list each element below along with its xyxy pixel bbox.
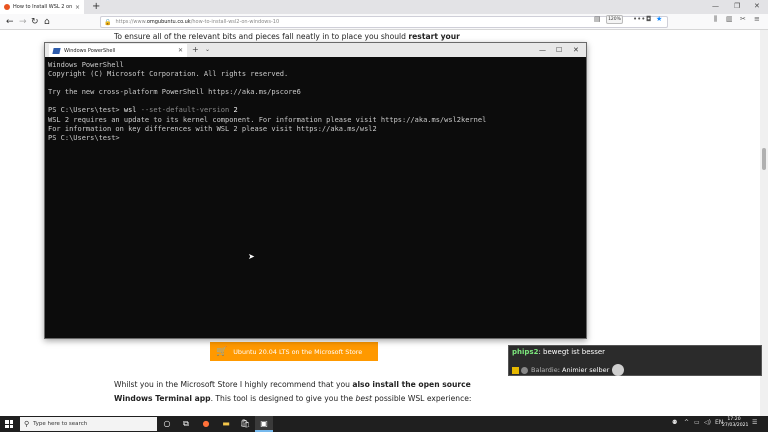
network-icon[interactable]: ▭: [694, 419, 700, 426]
terminal-number: 2: [233, 106, 238, 115]
bookmark-star-icon[interactable]: ★: [656, 15, 662, 23]
close-tab-icon[interactable]: ✕: [178, 47, 183, 54]
chevron-up-icon[interactable]: ^: [684, 419, 689, 426]
chevron-down-icon[interactable]: ⌄: [205, 43, 210, 57]
volume-icon[interactable]: ◁): [704, 419, 711, 426]
article-text: possible WSL experience:: [371, 394, 472, 403]
reader-view-icon[interactable]: ▤: [594, 15, 601, 23]
maximize-icon[interactable]: ☐: [556, 43, 562, 57]
chat-username: Balardie: [531, 366, 558, 374]
reload-icon[interactable]: ↻: [31, 15, 39, 29]
windows-terminal-link[interactable]: Windows Terminal app: [114, 394, 211, 403]
minimize-icon[interactable]: —: [712, 2, 719, 10]
chat-message: phips2: bewegt ist besser: [512, 348, 606, 356]
powershell-tab[interactable]: Windows PowerShell ✕: [49, 44, 187, 57]
zoom-level[interactable]: 120%: [606, 15, 623, 24]
terminal-output[interactable]: Windows PowerShell Copyright (C) Microso…: [48, 61, 584, 143]
article-bold: restart your: [408, 32, 460, 41]
file-explorer-icon[interactable]: ▬: [221, 419, 231, 429]
store-button-label: Ubuntu 20.04 LTS on the Microsoft Store: [233, 347, 363, 356]
terminal-line: WSL 2 requires an update to its kernel c…: [48, 115, 487, 124]
back-icon[interactable]: ←: [6, 15, 14, 29]
new-terminal-tab-button[interactable]: +: [192, 43, 199, 57]
article-paragraph-bottom: Whilst you in the Microsoft Store I high…: [114, 378, 474, 406]
terminal-prompt: PS C:\Users\test>: [48, 133, 120, 142]
notifications-icon[interactable]: ☰: [752, 419, 757, 426]
microsoft-store-button[interactable]: 🛒 Ubuntu 20.04 LTS on the Microsoft Stor…: [210, 342, 378, 361]
article-text: To ensure all of the relevant bits and p…: [114, 32, 409, 41]
article-emphasis: best: [355, 394, 372, 403]
ubuntu-favicon-icon: [4, 4, 10, 10]
terminal-line: Windows PowerShell: [48, 61, 124, 69]
lock-icon: 🔒: [104, 18, 112, 26]
terminal-command: wsl: [123, 106, 137, 115]
chat-username: phips2: [512, 348, 539, 356]
powershell-icon: [52, 47, 61, 54]
people-icon[interactable]: ⚉: [672, 419, 677, 426]
browser-tab-title: How to Install WSL 2 on Windo: [13, 4, 73, 10]
taskbar-search-input[interactable]: ⚲ Type here to search: [20, 417, 157, 431]
maximize-icon[interactable]: ❐: [734, 2, 740, 10]
page-scrollbar-thumb[interactable]: [762, 148, 766, 170]
terminal-line: Try the new cross-platform PowerShell ht…: [48, 88, 301, 97]
terminal-icon: ▣: [260, 419, 268, 428]
firefox-icon[interactable]: ●: [201, 419, 211, 429]
terminal-line: For information on key differences with …: [48, 124, 377, 133]
screenshot-icon[interactable]: ✂: [740, 15, 746, 23]
browser-navbar: ← → ↻ ⌂ 🔒 https://www. omgubuntu.co.uk/ho…: [0, 14, 768, 30]
url-prefix: https://www.: [115, 19, 147, 25]
search-icon: ⚲: [24, 420, 30, 428]
close-window-icon[interactable]: ✕: [573, 43, 579, 57]
task-view-icon[interactable]: ⧉: [181, 419, 191, 429]
browser-tab[interactable]: How to Install WSL 2 on Windo ×: [0, 0, 84, 14]
article-text: Whilst you in the Microsoft Store I high…: [114, 380, 353, 389]
home-icon[interactable]: ⌂: [44, 15, 50, 29]
menu-icon[interactable]: ≡: [754, 15, 760, 23]
terminal-prompt: PS C:\Users\test>: [48, 106, 124, 115]
windows-taskbar: ⚲ Type here to search ○ ⧉ ● ▬ 🛍 ▣ ⚉ ^ ▭ …: [0, 416, 768, 432]
close-icon[interactable]: ×: [75, 4, 80, 11]
search-placeholder: Type here to search: [33, 421, 88, 427]
article-bold: also install the open source: [352, 380, 471, 389]
url-path: /how-to-install-wsl2-on-windows-10: [190, 19, 280, 25]
url-bar[interactable]: 🔒 https://www. omgubuntu.co.uk/how-to-ins…: [100, 16, 668, 28]
url-host: omgubuntu.co.uk: [146, 19, 191, 25]
taskbar-clock[interactable]: 17:20 27/03/2021: [722, 417, 749, 429]
store-icon[interactable]: 🛍: [240, 419, 250, 429]
mouse-cursor-icon: ➤: [248, 252, 255, 261]
chat-emote-icon: [612, 364, 625, 376]
chat-badge-icon: [521, 366, 528, 374]
browser-tabstrip: How to Install WSL 2 on Windo × + — ❐ ✕: [0, 0, 768, 14]
cortana-icon[interactable]: ○: [162, 419, 172, 429]
new-tab-button[interactable]: +: [92, 1, 100, 13]
minimize-icon[interactable]: —: [539, 43, 546, 57]
terminal-line: Copyright (C) Microsoft Corporation. All…: [48, 70, 289, 79]
page-actions-icon[interactable]: •••: [633, 15, 645, 23]
article-text: . This tool is designed to give you the: [210, 394, 356, 403]
windows-start-icon[interactable]: [5, 420, 13, 428]
cart-icon: 🛒: [216, 346, 228, 357]
sidebar-icon[interactable]: ▥: [726, 15, 733, 23]
clock-date: 27/03/2021: [722, 423, 749, 428]
library-icon[interactable]: ⫼: [714, 15, 717, 24]
powershell-window[interactable]: Windows PowerShell ✕ + ⌄ — ☐ ✕ Windows P…: [44, 42, 587, 339]
powershell-titlebar[interactable]: Windows PowerShell ✕ + ⌄ — ☐ ✕: [45, 43, 586, 57]
forward-icon[interactable]: →: [19, 15, 27, 29]
chat-text: Animier selber: [562, 366, 610, 374]
stream-chat-overlay: phips2: bewegt ist besser Balardie: Anim…: [508, 345, 762, 376]
pocket-icon[interactable]: ◘: [646, 15, 652, 23]
close-window-icon[interactable]: ✕: [754, 2, 760, 10]
terminal-argument: --set-default-version: [136, 106, 234, 115]
powershell-tab-title: Windows PowerShell: [64, 47, 116, 54]
chat-message: Balardie: Animier selber: [512, 364, 625, 376]
chat-text: bewegt ist besser: [543, 348, 606, 356]
terminal-taskbar-item[interactable]: ▣: [255, 416, 273, 432]
chat-badge-icon: [512, 366, 519, 374]
